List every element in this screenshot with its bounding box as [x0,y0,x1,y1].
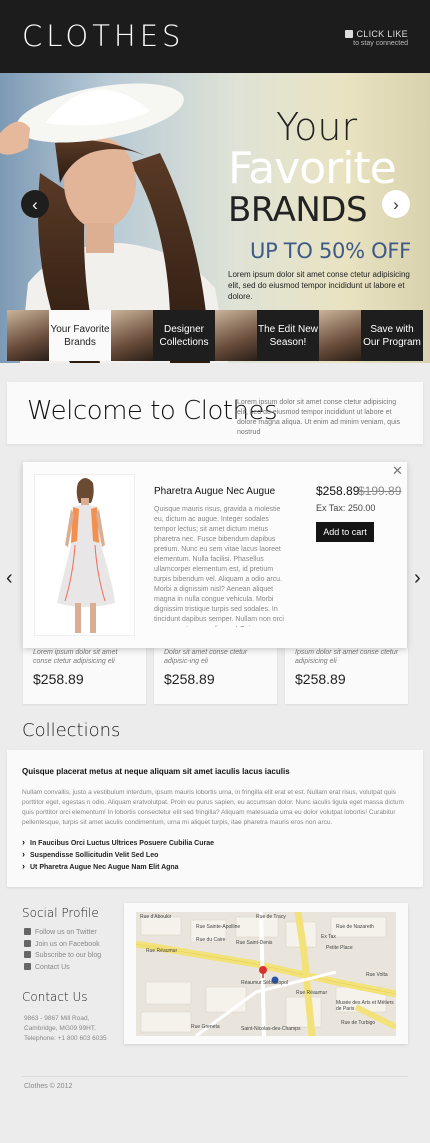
twitter-icon [24,928,31,935]
map-street-label: Rue Greneta [191,1024,220,1030]
collections-box: Quisque placerat metus at neque aliquam … [7,750,423,887]
map-street-label: Ex Tax [321,934,336,940]
social-link-facebook[interactable]: Join us on Facebook [24,939,101,951]
product-carousel: ‹ › Lorem ipsum dolor sit amet conse cte… [0,462,430,707]
slider-tab-4[interactable]: Save with Our Program [319,310,423,361]
address-line-2: Cambridge, MG09 99HT. [24,1025,96,1032]
tab-thumbnail [111,310,153,361]
product-old-price: $199.89 [358,484,402,498]
map-street-label: Rue de Nazareth [336,924,374,930]
product-quickview-popup: Pharetra Augue Nec Augue Quisque mauris … [23,462,407,648]
map-street-label: Saint-Nicolas-des-Champs [241,1026,301,1032]
product-tax: Ex Tax: 250.00 [316,503,376,513]
hero-line-your: Your [276,105,358,149]
collections-title: Collections [22,720,121,741]
map-street-label: Petite Place [326,945,353,951]
social-link-blog[interactable]: Subscribe to our blog [24,950,101,962]
contact-title: Contact Us [22,990,88,1004]
dress-model-image [57,478,115,633]
product-description: Ipsum dolor sit amet conse ctetur adipis… [295,649,399,665]
collections-heading: Quisque placerat metus at neque aliquam … [22,767,290,776]
phone: Telephone: +1 800 603 6035 [24,1035,107,1042]
hero-offer: UP TO 50% OFF [250,239,411,263]
map-street-label: Rue Saint-Denis [236,940,273,946]
product-card-2[interactable]: Dolor sit amet conse ctetur adipisic-ing… [154,648,277,704]
site-logo[interactable]: CLOTHES [22,19,184,53]
collections-link[interactable]: In Faucibus Orci Luctus Ultrices Posuere… [22,836,214,848]
mail-icon [24,962,31,970]
slider-tab-2[interactable]: Designer Collections [111,310,215,361]
map-street-label: Rue Sainte-Apolline [196,924,241,930]
collections-link[interactable]: Suspendisse Sollicitudin Velit Sed Leo [22,848,214,860]
chevron-right-icon: › [414,567,421,589]
map-street-label: Rue Volta [366,972,388,978]
hero-line-favorite: Favorite [228,143,397,194]
hero-prev-button[interactable]: ‹ [21,190,49,218]
map-street-label: Rue Réaumur [296,990,328,996]
carousel-prev-button[interactable]: ‹ [6,567,13,590]
like-label: CLICK LIKE [356,29,408,39]
like-subtext: to stay connected [353,40,408,47]
close-icon[interactable]: ✕ [392,464,403,477]
address-line-1: 9863 - 9867 Mill Road, [24,1015,90,1022]
site-header: CLOTHES CLICK LIKE to stay connected [0,0,430,73]
hero-line-brands: BRANDS [228,190,368,230]
social-profile-title: Social Profile [22,906,99,920]
collections-text: Nullam convallis, justo a vestibulum int… [22,789,404,826]
footer-divider [22,1076,408,1077]
welcome-banner: Welcome to Clothes Lorem ipsum dolor sit… [7,382,423,444]
social-link-contact[interactable]: Contact Us [24,962,101,974]
product-price: $258.89 [316,484,360,498]
hero-caption: Your Favorite BRANDS UP TO 50% OFF Lorem… [228,107,423,302]
map-canvas[interactable]: Rue d'Aboukir Rue de Tracy Rue Sainte-Ap… [136,912,396,1036]
map-street-label: Rue Réaumur [146,948,178,954]
carousel-next-button[interactable]: › [414,567,421,590]
map-widget[interactable]: Rue d'Aboukir Rue de Tracy Rue Sainte-Ap… [124,903,408,1044]
welcome-text: Lorem ipsum dolor sit amet conse ctetur … [237,399,401,436]
map-graphic [136,912,396,1036]
facebook-icon [24,939,31,947]
slider-tab-strip: Your Favorite Brands Designer Collection… [7,310,423,361]
footer-copyright: Clothes © 2012 [24,1083,73,1090]
tab-thumbnail [7,310,49,361]
product-price: $258.89 [33,671,84,687]
product-price: $258.89 [295,671,346,687]
map-street-label: Musée des Arts et Métiers de Paris [336,1000,394,1012]
product-long-description: Quisque mauris risus, gravida a molestie… [154,506,284,627]
slider-tab-3[interactable]: The Edit New Season! [215,310,319,361]
thumbs-up-icon [345,30,354,38]
product-description: Lorem ipsum dolor sit amet conse ctetur … [33,649,118,665]
hero-description: Lorem ipsum dolor sit amet conse ctetur … [228,270,410,301]
tab-thumbnail [319,310,361,361]
tab-label: The Edit New Season! [257,310,319,361]
tab-label: Save with Our Program [361,310,423,361]
map-street-label: Rue du Caire [196,937,226,943]
map-street-label: Réaumur Sébastopol [241,980,288,986]
product-title[interactable]: Pharetra Augue Nec Augue [154,486,275,497]
map-street-label: Rue de Tracy [256,914,286,920]
social-links: Follow us on Twitter Join us on Facebook… [24,927,101,973]
map-street-label: Rue de Turbigo [341,1020,376,1026]
product-description: Dolor sit amet conse ctetur adipisic-ing… [164,649,248,665]
slider-tab-1[interactable]: Your Favorite Brands [7,310,111,361]
product-price: $258.89 [164,671,215,687]
collections-link[interactable]: Ut Pharetra Augue Nec Augue Nam Elit Agn… [22,860,214,872]
map-street-label: Rue d'Aboukir [140,914,172,920]
tab-label: Designer Collections [153,310,215,361]
chevron-left-icon: ‹ [32,194,38,214]
contact-info: 9863 - 9867 Mill Road, Cambridge, MG09 9… [24,1014,107,1044]
chevron-left-icon: ‹ [6,567,13,589]
collections-list: In Faucibus Orci Luctus Ultrices Posuere… [22,836,214,872]
product-card-1[interactable]: Lorem ipsum dolor sit amet conse ctetur … [23,648,146,704]
product-card-3[interactable]: Ipsum dolor sit amet conse ctetur adipis… [285,648,408,704]
tab-thumbnail [215,310,257,361]
social-link-twitter[interactable]: Follow us on Twitter [24,927,101,939]
add-to-cart-button[interactable]: Add to cart [316,522,374,542]
like-widget[interactable]: CLICK LIKE to stay connected [345,29,408,47]
rss-icon [24,951,31,958]
tab-label: Your Favorite Brands [49,310,111,361]
product-image [34,474,135,636]
